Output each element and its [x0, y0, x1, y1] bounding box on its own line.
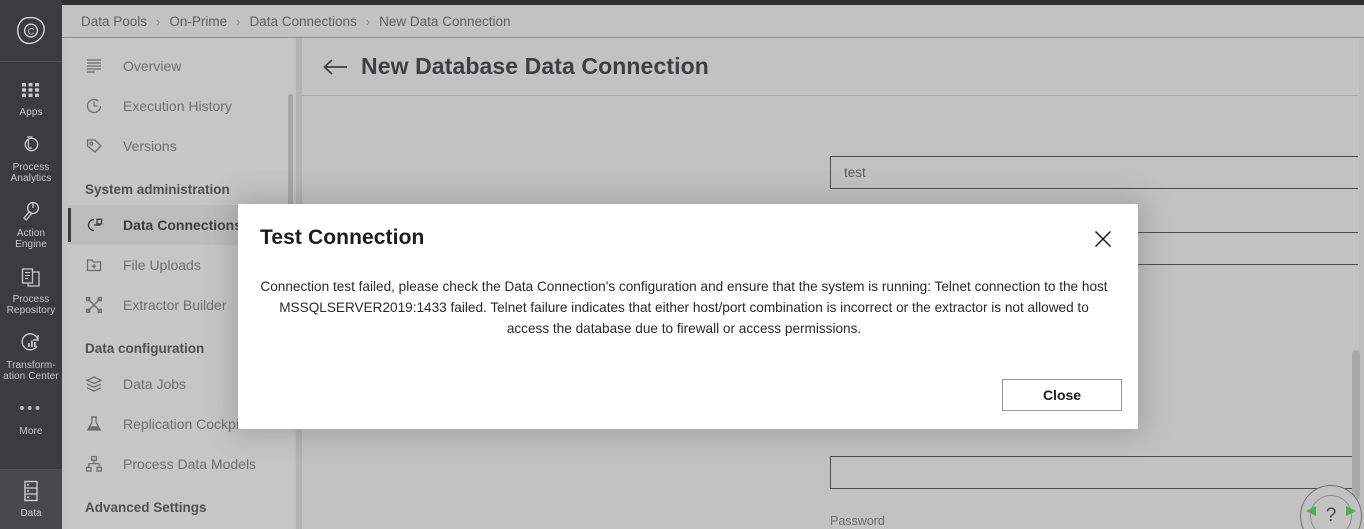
password-label: Password: [830, 514, 885, 528]
rail-item-label: Process Analytics: [10, 161, 52, 185]
rail-item-action-engine[interactable]: Action Engine: [0, 191, 62, 257]
page-scrollbar[interactable]: [1352, 350, 1360, 500]
celonis-c-logo-icon[interactable]: C: [0, 0, 62, 62]
breadcrumb: Data Pools › On-Prime › Data Connections…: [62, 5, 1364, 38]
test-connection-dialog: Test Connection Connection test failed, …: [238, 204, 1138, 429]
rail-item-transformation-center[interactable]: Transform- ation Center: [0, 323, 62, 389]
sidebar-heading-advanced-settings: Advanced Settings: [85, 500, 207, 515]
breadcrumb-item-new-data-connection[interactable]: New Data Connection: [379, 14, 510, 29]
rail-item-label: Action Engine: [15, 227, 47, 251]
help-question-icon: ?: [1306, 495, 1356, 529]
list-overview-icon: [84, 55, 110, 77]
help-leaf-left-icon: [1306, 506, 1316, 516]
connection-name-value: test: [844, 165, 866, 180]
help-glyph: ?: [1325, 505, 1337, 526]
dialog-footer: Close: [238, 379, 1138, 429]
breadcrumb-item-data-pools[interactable]: Data Pools: [81, 14, 147, 29]
username-input[interactable]: [830, 456, 1358, 489]
sidebar-item-label: Replication Cockpit: [123, 416, 243, 432]
close-x-icon[interactable]: [1090, 226, 1116, 252]
sidebar-heading-system-administration: System administration: [85, 182, 230, 197]
flask-replication-icon: [84, 413, 110, 435]
rail-item-data[interactable]: Data: [0, 469, 62, 529]
help-leaf-right-icon: [1346, 506, 1356, 516]
breadcrumb-separator-icon: ›: [365, 13, 371, 29]
app-rail-items: Apps Process Analytics Action Engine Pro…: [0, 62, 62, 469]
breadcrumb-separator-icon: ›: [156, 13, 161, 29]
extractor-builder-icon: [84, 294, 110, 316]
sidebar-item-label: Extractor Builder: [123, 297, 227, 313]
tag-versions-icon: [84, 135, 110, 157]
action-engine-icon: [19, 198, 43, 224]
svg-text:C: C: [28, 26, 35, 36]
arrow-left-icon[interactable]: [321, 52, 351, 82]
data-connection-icon: [84, 214, 110, 236]
sidebar-item-execution-history[interactable]: Execution History: [68, 86, 294, 126]
transformation-refresh-icon: [19, 330, 43, 356]
rail-item-label: Transform- ation Center: [3, 359, 59, 383]
rail-item-process-repository[interactable]: Process Repository: [0, 257, 62, 323]
sidebar-item-label: Process Data Models: [123, 456, 257, 472]
page-header: New Database Data Connection: [302, 38, 1358, 96]
sidebar-item-versions[interactable]: Versions: [68, 126, 294, 166]
repository-icon: [19, 264, 43, 290]
rail-item-label: Data: [20, 508, 42, 519]
sidebar-item-process-data-models[interactable]: Process Data Models: [68, 444, 294, 484]
magnifier-process-icon: [19, 132, 43, 158]
rail-item-label: More: [19, 425, 43, 437]
page-title: New Database Data Connection: [361, 53, 709, 79]
clock-history-icon: [84, 95, 110, 117]
app-root: C Apps Process Analytics Action Engine P…: [0, 0, 1364, 529]
breadcrumb-item-on-prime[interactable]: On-Prime: [169, 14, 227, 29]
dialog-title: Test Connection: [260, 226, 425, 249]
rail-item-label: Apps: [19, 107, 43, 118]
dialog-body: Connection test failed, please check the…: [238, 252, 1138, 379]
sidebar-item-label: File Uploads: [123, 257, 201, 273]
rail-item-apps[interactable]: Apps: [0, 70, 62, 125]
sidebar-item-overview[interactable]: Overview: [68, 46, 294, 86]
sidebar-item-label: Execution History: [123, 98, 232, 114]
breadcrumb-item-data-connections[interactable]: Data Connections: [250, 14, 357, 29]
sidebar-item-label: Versions: [123, 138, 177, 154]
connection-form: test Schema Name (Optional) dbo Password…: [302, 96, 1358, 528]
rail-item-process-analytics[interactable]: Process Analytics: [0, 125, 62, 191]
close-button[interactable]: Close: [1002, 379, 1122, 411]
app-rail: C Apps Process Analytics Action Engine P…: [0, 0, 62, 529]
rail-item-more[interactable]: ••• More: [0, 389, 62, 444]
rail-item-label: Process Repository: [6, 293, 56, 317]
layers-data-jobs-icon: [84, 373, 110, 395]
dialog-header: Test Connection: [238, 204, 1138, 252]
more-dots-icon: •••: [19, 399, 43, 417]
hierarchy-data-model-icon: [84, 453, 110, 475]
database-icon: [20, 479, 42, 503]
sidebar-item-label: Overview: [123, 58, 182, 74]
dialog-message: Connection test failed, please check the…: [260, 279, 1108, 336]
connection-name-input[interactable]: test: [830, 156, 1358, 189]
grid-apps-icon: [19, 77, 43, 103]
breadcrumb-separator-icon: ›: [236, 13, 241, 29]
sidebar-item-label: Data Jobs: [123, 376, 187, 392]
sidebar-item-label: Data Connections: [123, 217, 243, 233]
file-upload-icon: [84, 254, 110, 276]
